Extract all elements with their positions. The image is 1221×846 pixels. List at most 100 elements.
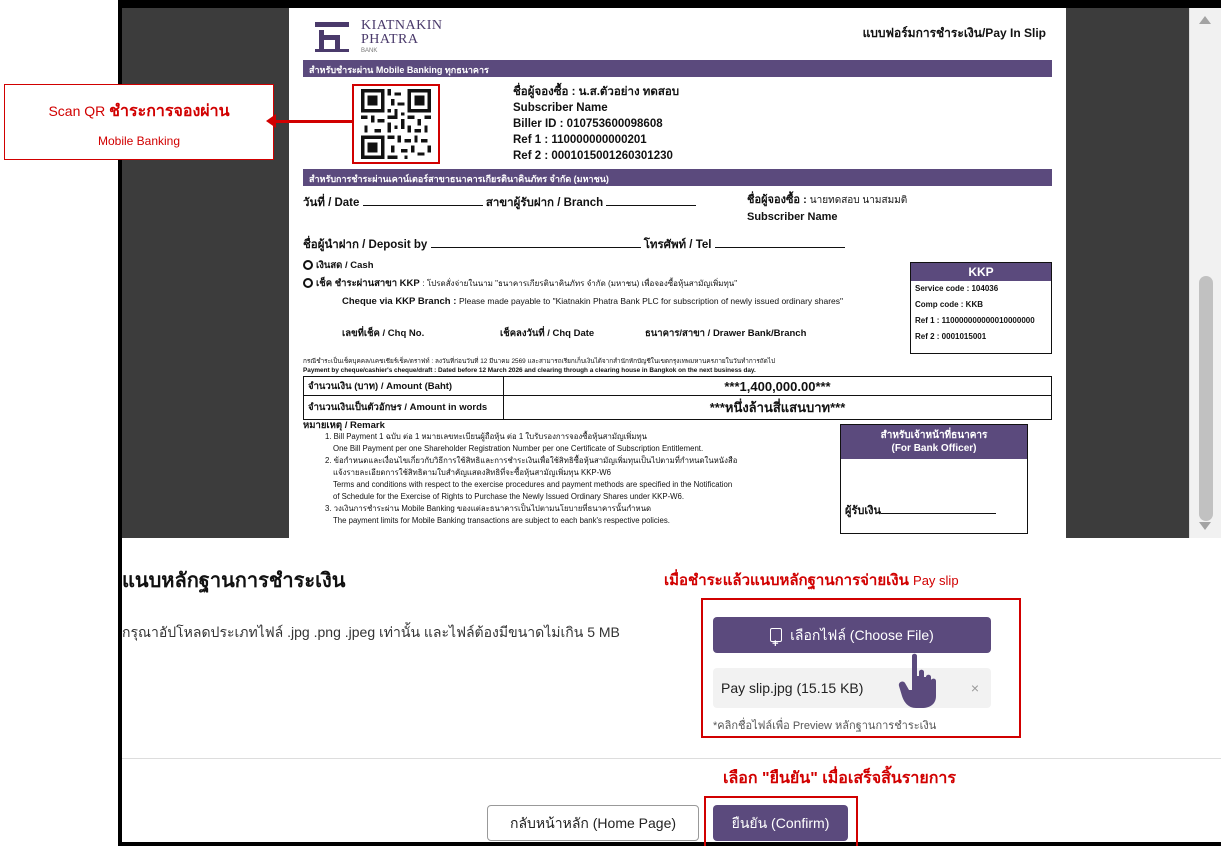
fine-th: กรณีชำระเป็นเช็คบุคคล/แคชเชียร์เช็ค/ดราฟ… <box>303 358 776 365</box>
uploaded-file-row: Pay slip.jpg (15.15 KB) × <box>713 668 991 708</box>
hand-pointer-icon <box>898 653 936 708</box>
chq-date-label: เช็คลงวันที่ / Chq Date <box>500 328 595 339</box>
tel-underline <box>714 247 845 248</box>
amount-label: จำนวนเงิน (บาท) / Amount (Baht) <box>303 376 504 396</box>
counter-subscriber: ชื่อผู้จองซื้อ : นายทดสอบ นามสมมติ Subsc… <box>747 192 907 225</box>
remark-3-en: The payment limits for Mobile Banking tr… <box>333 516 670 525</box>
file-add-icon <box>770 626 783 662</box>
slip-title: แบบฟอร์มการชำระเงิน/Pay In Slip <box>862 26 1046 40</box>
date-label: วันที่ / Date <box>303 197 360 209</box>
bank-name-line3: BANK <box>361 48 378 54</box>
officer-head: สำหรับเจ้าหน้าที่ธนาคาร (For Bank Office… <box>841 425 1027 459</box>
cheque-en-label: Cheque via KKP Branch : <box>342 296 457 307</box>
officer-sign-underline <box>881 513 996 514</box>
upload-section-title: แนบหลักฐานการชำระเงิน <box>122 570 346 592</box>
footer-divider <box>122 758 1221 759</box>
words-value: ***หนึ่งล้านสี่แสนบาท*** <box>503 395 1052 420</box>
tel-label: โทรศัพท์ / Tel <box>643 239 712 251</box>
remark-2-en2: of Schedule for the Exercise of Rights t… <box>333 492 685 501</box>
band-mobile-banking: สำหรับชำระผ่าน Mobile Banking ทุกธนาคาร <box>303 60 1052 77</box>
remark-list: 1. Bill Payment 1 ฉบับ ต่อ 1 หมายเลขทะเบ… <box>325 431 825 527</box>
subscriber2-label: ชื่อผู้จองซื้อ : <box>747 194 807 206</box>
qr-code-icon <box>361 89 431 159</box>
uploaded-file-name[interactable]: Pay slip.jpg (15.15 KB) <box>721 680 863 696</box>
subscriber-name-en: Subscriber Name <box>513 102 608 114</box>
paid-note-small: Pay slip <box>913 573 959 588</box>
bank-logo: KIATNAKIN PHATRA BANK <box>313 16 583 58</box>
kkp-code-box: KKP Service code : 104036 Comp code : KK… <box>910 262 1052 354</box>
cheque-fine-print: กรณีชำระเป็นเช็คบุคคล/แคชเชียร์เช็ค/ดราฟ… <box>303 357 1063 375</box>
subscriber2-value: นายทดสอบ นามสมมติ <box>809 195 908 206</box>
confirm-button[interactable]: ยืนยัน (Confirm) <box>713 805 848 841</box>
confirm-note-annotation: เลือก "ยืนยัน" เมื่อเสร็จสิ้นรายการ <box>723 770 957 787</box>
remark-2-en: Terms and conditions with respect to the… <box>333 480 733 489</box>
bank-officer-box: สำหรับเจ้าหน้าที่ธนาคาร (For Bank Office… <box>840 424 1028 534</box>
cheque-radio-icon <box>303 278 313 288</box>
cheque-note-th: : โปรดสั่งจ่ายในนาม "ธนาคารเกียรตินาคินภ… <box>422 279 738 288</box>
officer-th: สำหรับเจ้าหน้าที่ธนาคาร <box>880 430 988 441</box>
drawer-bank-label: ธนาคาร/สาขา / Drawer Bank/Branch <box>645 328 807 339</box>
ref1-label: Ref 1 : <box>513 134 549 146</box>
scroll-up-icon[interactable] <box>1199 16 1211 24</box>
branch-label: สาขาผู้รับฝาก / Branch <box>485 197 604 209</box>
remark-3-th: 3. วงเงินการชำระผ่าน Mobile Banking ของแ… <box>325 504 652 513</box>
remark-1-th: 1. Bill Payment 1 ฉบับ ต่อ 1 หมายเลขทะเบ… <box>325 432 648 441</box>
subscriber2-name-en: Subscriber Name <box>747 211 838 223</box>
branch-underline <box>606 205 697 206</box>
frame-bottom <box>118 842 1221 846</box>
viewer-scrollbar[interactable] <box>1189 8 1221 538</box>
deposit-label: ชื่อผู้นำฝาก / Deposit by <box>303 239 428 251</box>
officer-en: (For Bank Officer) <box>891 443 977 454</box>
date-underline <box>362 205 483 206</box>
frame-top <box>118 0 1221 8</box>
kkp-ref2: Ref 2 : 0001015001 <box>915 332 987 341</box>
remark-1-en: One Bill Payment per one Shareholder Reg… <box>333 444 704 453</box>
scan-qr-sub: Mobile Banking <box>97 134 181 148</box>
page: KIATNAKIN PHATRA BANK แบบฟอร์มการชำระเงิ… <box>0 0 1221 846</box>
amount-table: จำนวนเงิน (บาท) / Amount (Baht) ***1,400… <box>303 376 1052 420</box>
deposit-underline <box>430 247 641 248</box>
annotation-arrow <box>274 120 352 123</box>
scan-qr-prefix: Scan QR <box>48 103 106 119</box>
paid-note-text: เมื่อชำระแล้วแนบหลักฐานการจ่ายเงิน <box>664 572 909 589</box>
upload-hint: กรุณาอัปโหลดประเภทไฟล์ .jpg .png .jpeg เ… <box>122 624 620 640</box>
words-row: จำนวนเงินเป็นตัวอักษร / Amount in words … <box>303 395 1052 420</box>
choose-file-label: เลือกไฟล์ (Choose File) <box>790 627 934 643</box>
comp-code: Comp code : KKB <box>915 300 983 309</box>
remark-2-th: 2. ข้อกำหนดและเงื่อนไขเกี่ยวกับวิธีการใช… <box>325 456 738 465</box>
fine-en: Payment by cheque/cashier's cheque/draft… <box>303 367 756 374</box>
ref2-value: 0001015001260301230 <box>551 150 673 162</box>
mobile-banking-info: ชื่อผู้จองซื้อ : น.ส.ตัวอย่าง ทดสอบ Subs… <box>513 84 679 164</box>
cheque-en: Cheque via KKP Branch : Please made paya… <box>342 293 862 310</box>
remark-2-th2: แจ้งรายละเอียดการใช้สิทธิตามใบสำคัญแสดงส… <box>333 468 611 477</box>
remove-file-icon[interactable]: × <box>971 680 979 696</box>
officer-sign: ผู้รับเงิน <box>841 501 996 519</box>
scroll-down-icon[interactable] <box>1199 522 1211 530</box>
subscriber-value: น.ส.ตัวอย่าง ทดสอบ <box>578 86 680 98</box>
scan-qr-main: ชำระการจองผ่าน <box>109 103 230 120</box>
words-label: จำนวนเงินเป็นตัวอักษร / Amount in words <box>303 395 504 420</box>
bank-logo-icon <box>315 22 349 52</box>
cash-option: เงินสด / Cash <box>303 258 374 273</box>
choose-file-button[interactable]: เลือกไฟล์ (Choose File) <box>713 617 991 662</box>
cash-radio-icon <box>303 260 313 270</box>
home-page-button[interactable]: กลับหน้าหลัก (Home Page) <box>487 805 699 841</box>
cheque-en-text: Please made payable to "Kiatnakin Phatra… <box>459 296 844 306</box>
subscriber-label: ชื่อผู้จองซื้อ : <box>513 86 576 98</box>
cheque-option: เช็ค ชำระผ่านสาขา KKP : โปรดสั่งจ่ายในนา… <box>303 276 737 291</box>
chq-no-label: เลขที่เช็ค / Chq No. <box>342 328 425 339</box>
scan-qr-annotation: Scan QR ชำระการจองผ่าน Mobile Banking <box>4 84 274 160</box>
date-branch-line: วันที่ / Date สาขาผู้รับฝาก / Branch <box>303 194 1052 212</box>
band-counter-payment: สำหรับการชำระผ่านเคาน์เตอร์สาขาธนาคารเกี… <box>303 169 1052 186</box>
scrollbar-thumb[interactable] <box>1199 276 1213 521</box>
ref1-value: 110000000000201 <box>551 134 647 146</box>
cheque-label: เช็ค ชำระผ่านสาขา KKP <box>316 278 420 289</box>
paid-note-annotation: เมื่อชำระแล้วแนบหลักฐานการจ่ายเงิน Pay s… <box>664 568 959 592</box>
slip-viewer[interactable]: KIATNAKIN PHATRA BANK แบบฟอร์มการชำระเงิ… <box>122 8 1189 538</box>
kkp-head: KKP <box>911 263 1051 281</box>
deposit-line: ชื่อผู้นำฝาก / Deposit by โทรศัพท์ / Tel <box>303 236 1052 254</box>
officer-sign-label: ผู้รับเงิน <box>845 505 881 517</box>
cash-label: เงินสด / Cash <box>316 260 374 271</box>
kkp-ref1: Ref 1 : 110000000000010000000 <box>915 316 1035 325</box>
preview-hint: *คลิกชื่อไฟล์เพื่อ Preview หลักฐานการชำร… <box>713 720 937 732</box>
